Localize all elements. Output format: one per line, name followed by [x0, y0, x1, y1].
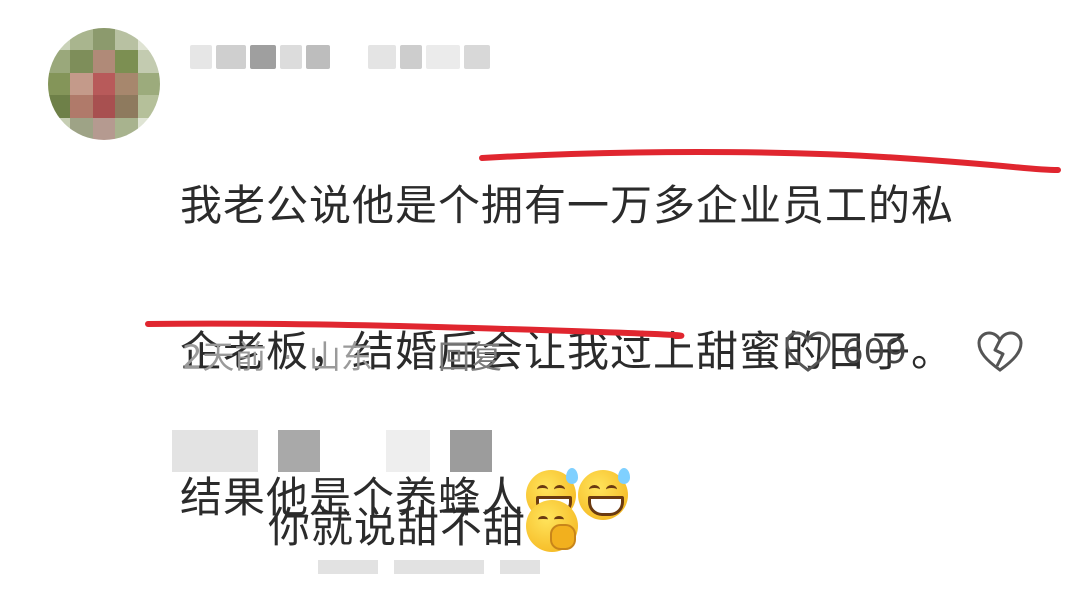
grinning-sweat-emoji [578, 468, 631, 520]
comment-location: 山东 [308, 338, 373, 376]
next-row-partial [318, 560, 540, 574]
like-count: 609 [842, 332, 907, 372]
comment-meta: 2天前 · 山东 [182, 332, 373, 378]
reply-text-content: 你就说甜不甜 [268, 503, 527, 552]
reply-username-blurred-suffix [386, 430, 492, 472]
comment-line-1: 我老公说他是个拥有一万多企业员工的私 [180, 181, 955, 230]
reply-button[interactable]: 回复 [438, 332, 502, 378]
username-blurred[interactable] [190, 40, 330, 74]
shushing-face-emoji [526, 500, 579, 552]
reply-username-blurred[interactable] [172, 430, 320, 472]
username-blurred-suffix [368, 40, 490, 74]
heart-icon[interactable] [784, 330, 832, 374]
broken-heart-icon[interactable] [976, 330, 1024, 374]
reply-text: 你就说甜不甜 [268, 494, 579, 555]
comment-time: 2天前 [182, 338, 267, 376]
meta-separator: · [282, 338, 293, 376]
avatar[interactable] [48, 28, 160, 140]
